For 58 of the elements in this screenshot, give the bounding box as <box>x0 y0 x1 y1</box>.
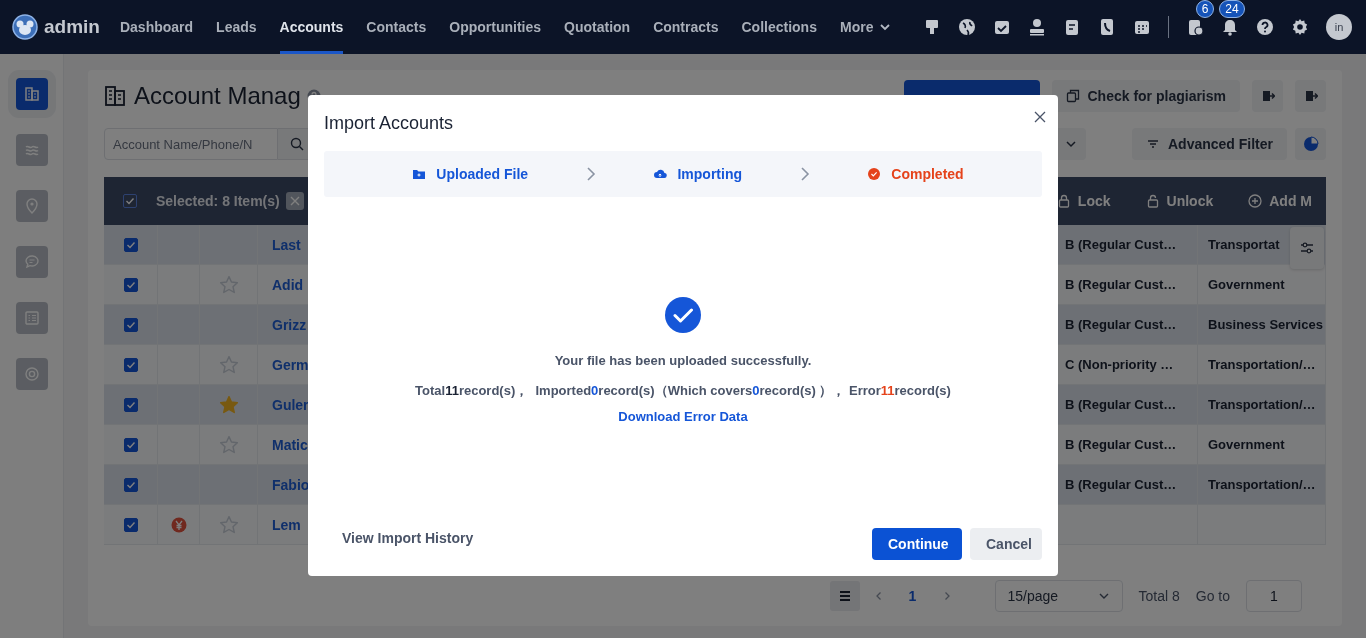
progress-step: Importing <box>653 166 742 182</box>
brand-name: admin <box>44 16 100 38</box>
page-number-button[interactable]: 1 <box>897 581 928 611</box>
nav-tab[interactable]: Contacts <box>366 0 427 54</box>
nav-tab[interactable]: Quotation <box>564 0 631 54</box>
success-message: Your file has been uploaded successfully. <box>554 353 812 368</box>
table-cell: Government <box>1208 437 1285 452</box>
table-cell: Business Services <box>1208 317 1323 332</box>
search-field[interactable]: Account Name/Phone/N <box>104 128 278 160</box>
nav-tab[interactable]: Accounts <box>279 0 344 54</box>
total-count: Total 8 <box>1138 588 1180 604</box>
nav-tab[interactable]: Contracts <box>653 0 719 54</box>
more-menu[interactable]: More <box>839 0 892 54</box>
table-cell: Transportation/… <box>1208 357 1316 372</box>
count-badge: 6 <box>1196 0 1214 18</box>
download-error-link[interactable]: Download Error Data <box>618 409 748 424</box>
import-summary: Total11record(s)， Imported0record(s)（Which covers0record(s) ）， Error11record(s) <box>415 382 951 400</box>
table-cell: B (Regular Cust… <box>1065 237 1177 252</box>
table-cell: Transportation/… <box>1208 477 1316 492</box>
page-title: Account Manag <box>134 82 301 110</box>
nav-tab[interactable]: Leads <box>216 0 257 54</box>
page-size-select[interactable]: 15/page <box>994 580 1123 612</box>
account-name-link[interactable]: Fabio <box>272 476 310 493</box>
advanced-filter-button[interactable]: Advanced Filter <box>1131 128 1287 160</box>
table-action-button[interactable]: Add M <box>1248 193 1312 209</box>
account-name-link[interactable]: Grizz <box>272 316 307 333</box>
account-name-link[interactable]: Guler <box>272 396 309 413</box>
table-cell: Transportation/… <box>1208 397 1316 412</box>
table-cell: Transportat <box>1208 237 1280 252</box>
progress-step: Completed <box>867 166 964 182</box>
user-avatar[interactable]: in <box>1326 14 1352 40</box>
table-action-button[interactable]: Unlock <box>1145 193 1214 209</box>
nav-tab[interactable]: Dashboard <box>119 0 194 54</box>
table-cell: C (Non-priority … <box>1065 357 1174 372</box>
table-cell: B (Regular Cust… <box>1065 477 1177 492</box>
go-to-label: Go to <box>1195 588 1230 604</box>
progress-step: Uploaded File <box>412 166 529 182</box>
account-name-link[interactable]: Germ <box>272 356 309 373</box>
table-action-button[interactable]: Lock <box>1056 193 1111 209</box>
nav-tab[interactable]: Opportunities <box>449 0 542 54</box>
table-cell: B (Regular Cust… <box>1065 397 1177 412</box>
account-name-link[interactable]: Last <box>272 236 301 253</box>
continue-button[interactable]: Continue <box>872 528 962 560</box>
table-cell: B (Regular Cust… <box>1065 437 1177 452</box>
selection-count: Selected: 8 Item(s) <box>156 193 280 209</box>
nav-tab[interactable]: Collections <box>741 0 817 54</box>
count-badge: 24 <box>1219 0 1245 18</box>
account-name-link[interactable]: Matic <box>272 436 308 453</box>
account-name-link[interactable]: Adid <box>272 276 304 293</box>
page-input[interactable]: 1 <box>1246 580 1302 612</box>
dialog-title: Import Accounts <box>324 112 454 134</box>
cancel-button[interactable]: Cancel <box>970 528 1042 560</box>
table-cell: Government <box>1208 277 1285 292</box>
import-history-link[interactable]: View Import History <box>342 530 474 546</box>
check-plagiarism-button[interactable]: Check for plagiarism <box>1051 80 1240 112</box>
table-cell: B (Regular Cust… <box>1065 277 1177 292</box>
table-cell: B (Regular Cust… <box>1065 317 1177 332</box>
account-name-link[interactable]: Lem <box>272 516 301 533</box>
